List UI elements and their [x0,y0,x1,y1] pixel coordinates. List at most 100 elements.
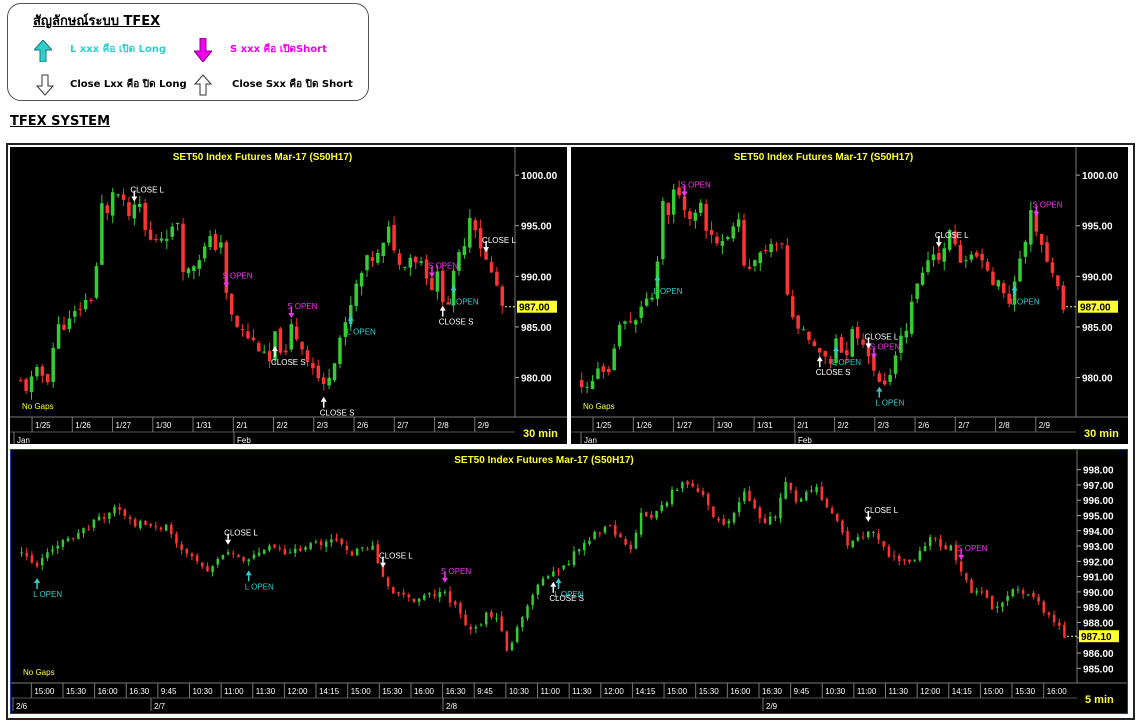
candle-body [381,242,385,256]
candle-body [335,538,338,541]
x-tick-label: 2/2 [277,421,289,430]
x-tick-label: 9:45 [794,687,810,696]
x-tick-label: 15:00 [983,687,1004,696]
long-signal-label: L OPEN [875,399,904,408]
candle-body [774,244,779,246]
candle-body [479,624,483,626]
candle-body [887,546,891,557]
candle-body [102,516,106,519]
candle-body [671,189,676,215]
candle-body [996,280,1001,287]
candle-body [704,204,708,231]
candle-body [958,244,963,263]
candle-body [309,543,312,549]
candle-body [284,350,288,353]
candle-body [785,245,790,295]
x-tick-label: 16:00 [98,687,119,696]
candle-body [856,536,860,541]
candle-body [1027,594,1030,596]
candle-body [159,527,163,530]
candle-body [211,566,214,573]
candle-body [839,336,844,353]
candle-body [20,552,23,554]
candle-body [484,612,488,625]
month-label: Feb [798,436,812,444]
candle-body [127,202,131,216]
candle-body [996,606,999,608]
candle-body [300,341,304,350]
candle-body [240,328,245,330]
x-tick-label: 9:45 [477,687,493,696]
candle-body [650,297,654,300]
candle-body [810,490,813,492]
price-axis [515,147,567,444]
x-tick-label: 1/25 [35,421,51,430]
month-label: 2/7 [154,702,166,711]
candle-body [56,545,59,549]
candle-body [836,514,839,521]
close-signal-arrow [379,562,386,568]
candle-body [639,512,643,535]
candle-body [197,260,202,269]
candle-body [18,380,23,382]
candle-body [435,271,440,292]
candle-body [175,223,180,225]
long-signal-label: L OPEN [1011,297,1040,306]
candle-body [607,368,611,373]
y-tick-label: 992.00 [1083,557,1114,568]
candle-body [413,256,418,263]
candle-body [904,330,909,338]
down-arrow-filled-icon [194,38,212,62]
y-tick-label: 994.00 [1083,527,1114,538]
candle-body [495,617,498,619]
y-tick-label: 1000.00 [521,171,558,182]
candle-body [62,324,66,330]
interval-label: 30 min [523,428,558,440]
candle-body [596,368,600,379]
month-label: Jan [584,436,597,444]
candle-body [915,283,919,299]
candle-body [190,553,194,557]
month-label: Feb [237,436,251,444]
candle-body [345,545,349,551]
x-tick-label: 15:00 [667,687,688,696]
candle-body [796,315,800,329]
short-signal-label: S OPEN [957,544,987,553]
x-tick-label: 10:30 [509,687,530,696]
candle-body [769,244,773,253]
candle-body [386,577,390,587]
candle-body [541,578,545,586]
x-tick-label: 2/3 [878,421,890,430]
candle-body [170,226,174,237]
long-signal-arrow [245,570,252,576]
candle-body [807,331,811,341]
close-signal-label: CLOSE L [864,506,898,515]
candle-body [572,551,576,566]
candle-body [918,550,922,561]
long-signal-label: L OPEN [832,358,861,367]
candle-body [850,328,855,357]
candle-body [262,549,266,554]
candle-body [505,631,509,651]
short-signal-label: S OPEN [441,567,471,576]
long-signal-arrow [654,275,661,281]
candle-body [246,331,250,339]
candle-body [510,642,514,651]
candle-body [1018,258,1022,282]
long-signal-arrow [1011,285,1018,291]
candle-body [949,545,953,551]
candle-body [316,365,321,379]
candle-body [696,488,700,492]
candle-body [975,591,978,593]
candle-body [812,341,817,347]
candle-body [758,252,763,264]
candle-body [464,614,467,626]
chart-panel-right: SET50 Index Futures Mar-17 (S50H17) 1000.… [571,147,1128,444]
candle-body [192,266,196,272]
close-signal-label: CLOSE L [224,529,258,538]
candle-body [35,367,39,377]
candle-body [148,229,153,240]
candle-body [144,520,147,525]
candle-body [154,238,158,241]
candle-body [942,248,946,262]
